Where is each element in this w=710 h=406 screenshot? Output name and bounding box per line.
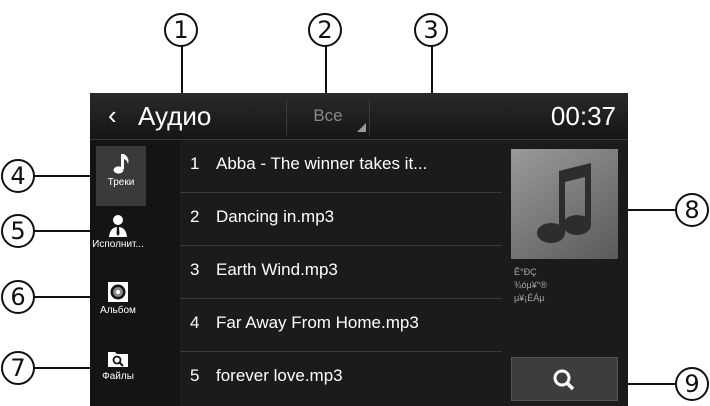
folder-search-icon (108, 352, 128, 367)
dropdown-caret-icon (357, 123, 366, 132)
page-title: Аудио (138, 101, 212, 131)
album-disc-icon (108, 282, 128, 302)
sidebar-item-files[interactable]: Файлы (90, 340, 146, 400)
sidebar: Треки Исполнит... Альбом Файлы (90, 140, 180, 406)
track-title: forever love.mp3 (216, 366, 343, 385)
track-number: 5 (190, 366, 200, 385)
track-number: 4 (190, 313, 200, 332)
top-bar: ‹ Аудио Все 00:37 (90, 93, 628, 140)
callout-4: 4 (1, 159, 35, 193)
track-row[interactable]: 4 Far Away From Home.mp3 (180, 299, 502, 352)
track-list: 1 Abba - The winner takes it... 2 Dancing … (180, 140, 502, 406)
sidebar-item-label: Файлы (102, 371, 134, 382)
sidebar-item-label: Альбом (100, 305, 136, 316)
audio-screen: ‹ Аудио Все 00:37 Треки Исполнит... Альб… (90, 93, 628, 406)
metadata-line: ¾óµ¥°® (514, 280, 547, 290)
track-row[interactable]: 5 forever love.mp3 (180, 352, 502, 405)
sidebar-item-label: Исполнит... (92, 239, 144, 250)
track-row[interactable]: 2 Dancing in.mp3 (180, 193, 502, 246)
figure: ‹ Аудио Все 00:37 Треки Исполнит... Альб… (0, 0, 710, 406)
track-number: 3 (190, 260, 200, 279)
search-button[interactable] (511, 357, 618, 401)
clock: 00:37 (550, 101, 616, 131)
artist-icon (109, 215, 127, 237)
music-note-icon (113, 154, 129, 174)
callout-7: 7 (1, 351, 35, 385)
callout-5: 5 (1, 214, 35, 248)
sidebar-item-artist[interactable]: Исполнит... (90, 208, 146, 268)
sidebar-item-album[interactable]: Альбом (90, 274, 146, 334)
callout-8: 8 (675, 193, 709, 227)
track-metadata: Ê°ÐÇ ¾óµ¥°® µ¥¡ÉÁµ (514, 266, 547, 305)
album-art (511, 149, 618, 259)
callout-3: 3 (414, 13, 448, 47)
track-title: Earth Wind.mp3 (216, 260, 338, 279)
metadata-line: Ê°ÐÇ (514, 267, 537, 277)
track-number: 1 (190, 154, 200, 173)
sidebar-item-label: Треки (107, 177, 135, 188)
filter-dropdown[interactable]: Все (286, 99, 370, 135)
callout-6: 6 (1, 280, 35, 314)
callout-1: 1 (164, 13, 198, 47)
track-title: Abba - The winner takes it... (216, 154, 428, 173)
track-row[interactable]: 3 Earth Wind.mp3 (180, 246, 502, 299)
music-note-icon (537, 163, 591, 243)
track-title: Far Away From Home.mp3 (216, 313, 419, 332)
sidebar-item-tracks[interactable]: Треки (96, 146, 146, 206)
track-number: 2 (190, 207, 200, 226)
track-title: Dancing in.mp3 (216, 207, 335, 226)
track-row[interactable]: 1 Abba - The winner takes it... (180, 140, 502, 193)
search-icon (553, 369, 575, 391)
callout-9: 9 (675, 367, 709, 401)
callout-2: 2 (308, 13, 342, 47)
metadata-line: µ¥¡ÉÁµ (514, 293, 545, 303)
back-icon[interactable]: ‹ (108, 102, 117, 128)
